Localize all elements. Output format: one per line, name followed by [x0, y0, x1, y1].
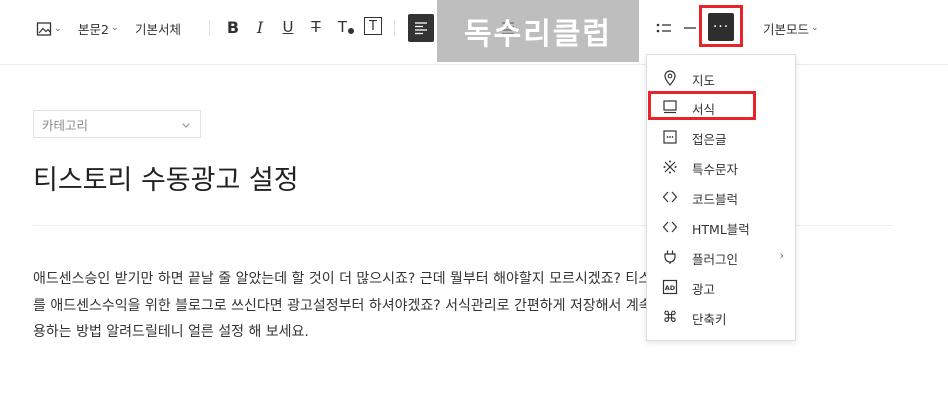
menu-item-label: 광고 — [692, 282, 716, 297]
horizontal-line-icon — [684, 21, 696, 35]
editor-mode-dropdown[interactable]: 기본모드 ⌄ — [763, 19, 819, 37]
paragraph-style-label: 본문2 — [78, 21, 109, 37]
menu-item-map[interactable]: 지도 — [647, 63, 795, 93]
special-char-icon — [662, 159, 678, 175]
text-color-button[interactable]: T — [335, 17, 357, 37]
image-icon — [36, 21, 52, 37]
font-face-label: 기본서체 — [135, 21, 182, 37]
text-color-label: T — [337, 18, 348, 36]
svg-text:AD: AD — [665, 284, 676, 292]
fold-icon — [662, 129, 678, 145]
ad-icon: AD — [662, 279, 678, 295]
chevron-right-icon: › — [779, 249, 784, 262]
menu-item-label: HTML블럭 — [692, 222, 750, 237]
chevron-down-icon: ⌄ — [110, 23, 119, 33]
underline-button[interactable]: U — [279, 17, 297, 37]
menu-item-code[interactable]: 코드블럭 — [647, 182, 795, 212]
more-options-label: ··· — [712, 19, 730, 35]
template-icon — [662, 99, 678, 115]
bulleted-list-icon — [656, 21, 672, 35]
toolbar-divider — [394, 20, 395, 36]
post-title[interactable]: 티스토리 수동광고 설정 — [33, 158, 299, 197]
menu-item-shortcut[interactable]: ⌘ 단축키 — [647, 302, 795, 332]
chevron-down-icon: ⌄ — [54, 24, 62, 34]
menu-item-label: 서식 — [692, 102, 716, 117]
category-placeholder: 카테고리 — [42, 117, 89, 133]
chevron-down-icon — [181, 118, 191, 133]
bold-button[interactable]: B — [224, 17, 242, 37]
menu-item-fold[interactable]: 접은글 — [647, 122, 795, 152]
menu-item-ad[interactable]: AD 광고 — [647, 272, 795, 302]
menu-item-special-char[interactable]: 특수문자 — [647, 152, 795, 182]
menu-item-label: 지도 — [692, 73, 716, 88]
horizontal-line-button[interactable] — [683, 20, 697, 36]
menu-item-label: 플러그인 — [692, 252, 739, 267]
watermark-overlay: 독수리클럽 — [437, 0, 639, 62]
bold-label: B — [226, 17, 240, 37]
menu-item-label: 단축키 — [692, 312, 727, 327]
image-insert-button[interactable]: ⌄ — [36, 19, 62, 39]
italic-label: I — [256, 17, 264, 37]
chevron-down-icon: ⌄ — [811, 23, 819, 33]
italic-button[interactable]: I — [251, 17, 269, 37]
text-background-label: T — [369, 18, 377, 34]
font-face-dropdown[interactable]: 기본서체 — [135, 19, 181, 37]
toolbar-divider — [209, 20, 210, 36]
menu-item-plugin[interactable]: 플러그인 › — [647, 242, 795, 272]
strikethrough-button[interactable]: T — [307, 17, 325, 37]
map-pin-icon — [662, 70, 678, 86]
code-icon — [662, 189, 678, 205]
plugin-icon — [662, 249, 678, 265]
menu-item-template[interactable]: 서식 — [647, 92, 795, 122]
html-icon — [662, 219, 678, 235]
text-background-button[interactable]: T — [364, 17, 382, 35]
menu-item-label: 코드블럭 — [692, 192, 739, 207]
color-dot-icon — [348, 28, 355, 34]
underline-label: U — [282, 18, 294, 36]
category-select[interactable]: 카테고리 — [33, 110, 201, 138]
more-options-button[interactable]: ··· — [708, 13, 734, 41]
bulleted-list-button[interactable] — [656, 20, 672, 36]
menu-item-label: 접은글 — [692, 132, 727, 147]
shortcut-icon: ⌘ — [662, 308, 678, 326]
watermark-text: 독수리클럽 — [464, 17, 612, 52]
menu-item-label: 특수문자 — [692, 162, 739, 177]
align-left-icon — [414, 21, 428, 35]
editor-mode-label: 기본모드 — [763, 21, 810, 37]
align-left-button[interactable] — [408, 14, 434, 42]
paragraph-style-dropdown[interactable]: 본문2 ⌄ — [78, 19, 119, 37]
strikethrough-label: T — [311, 18, 321, 36]
menu-item-html[interactable]: HTML블럭 — [647, 212, 795, 242]
more-options-menu: 지도 서식 접은글 특수문자 코드블럭 HTML블럭 플러그인 › AD 광고 … — [646, 54, 796, 341]
